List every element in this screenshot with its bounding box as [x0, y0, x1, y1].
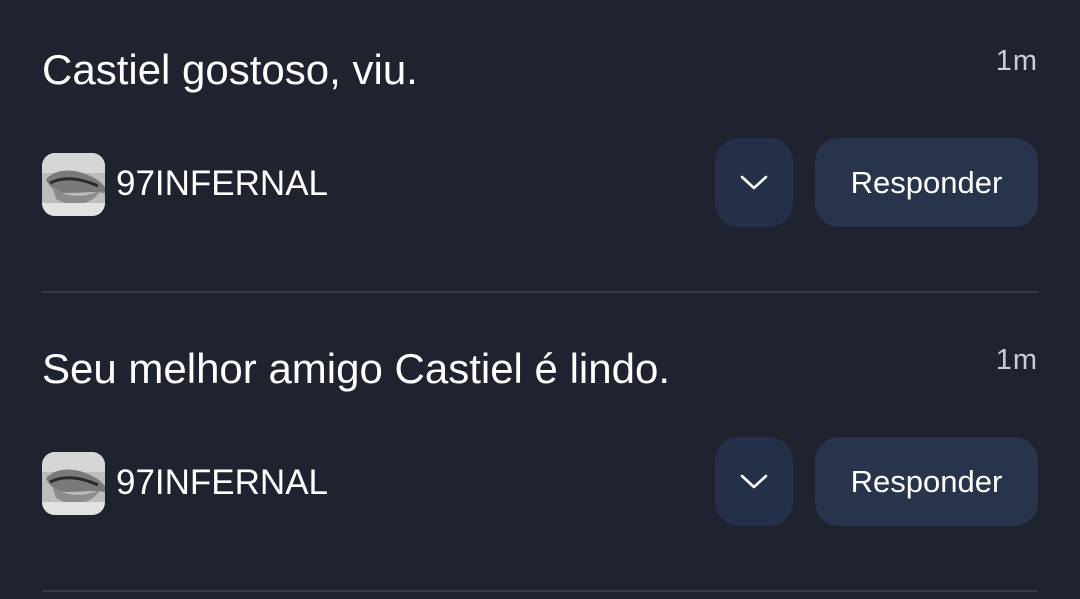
reply-button[interactable]: Responder: [815, 437, 1038, 526]
notification-time: 1m: [995, 344, 1038, 376]
avatar[interactable]: [42, 152, 105, 216]
notification-message: Seu melhor amigo Castiel é lindo.: [42, 345, 670, 392]
notification-author[interactable]: 97INFERNAL: [42, 152, 328, 216]
divider: [42, 590, 1038, 592]
chevron-down-icon: [740, 175, 768, 189]
author-name[interactable]: 97INFERNAL: [116, 164, 328, 204]
lips-photo-icon: [42, 451, 105, 515]
expand-button[interactable]: [715, 437, 793, 526]
notification-list: Castiel gostoso, viu. 1m 97INFERNAL Resp…: [0, 0, 1080, 599]
avatar[interactable]: [42, 451, 105, 515]
author-name[interactable]: 97INFERNAL: [116, 463, 328, 503]
divider: [42, 291, 1038, 293]
notification-item: Castiel gostoso, viu. 1m 97INFERNAL Resp…: [42, 37, 1038, 293]
reply-button[interactable]: Responder: [815, 138, 1038, 227]
notification-author[interactable]: 97INFERNAL: [42, 451, 328, 515]
notification-time: 1m: [995, 45, 1038, 77]
expand-button[interactable]: [715, 138, 793, 227]
lips-photo-icon: [42, 152, 105, 216]
notification-item: Seu melhor amigo Castiel é lindo. 1m 97I…: [42, 336, 1038, 592]
notification-message: Castiel gostoso, viu.: [42, 46, 418, 93]
chevron-down-icon: [740, 474, 768, 488]
